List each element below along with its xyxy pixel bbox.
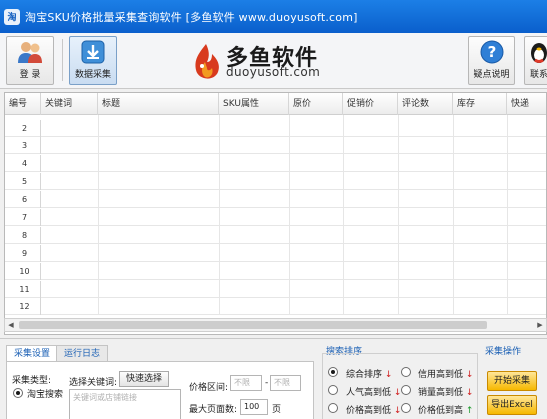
row-number: 6 [5,191,41,208]
collect-settings-panel: 采集类型: 淘宝搜索 选择关键词: 快速选择 关键词或店铺链接 价格区间: 不限… [6,361,314,419]
collect-type-radio[interactable] [13,388,23,398]
column-header[interactable]: 原价 [289,93,343,115]
sort-option-label: 人气高到低 ↓ [346,388,402,398]
arrow-up-icon: ↑ [465,406,474,416]
tab-run-log[interactable]: 运行日志 [56,345,109,361]
sort-option-label: 销量高到低 ↓ [418,388,474,398]
keyword-label: 选择关键词: [69,378,118,388]
title-bar: 淘 淘宝SKU价格批量采集查询软件 [多鱼软件 www.duoyusoft.co… [0,0,547,33]
sort-radio[interactable] [328,403,338,413]
results-grid[interactable]: 编号 关键词 标题 SKU属性 原价 促销价 评论数 库存 快递 2 3 4 5… [4,92,547,335]
sort-option-label: 信用高到低 ↓ [418,370,474,380]
question-icon: ? [480,40,503,64]
sort-radio[interactable] [328,367,338,377]
collect-type-label: 采集类型: [12,376,52,386]
data-collect-button[interactable]: 数据采集 [69,36,117,85]
row-number: 10 [5,263,41,280]
login-button[interactable]: 登 录 [6,36,54,85]
tab-collect-settings[interactable]: 采集设置 [6,345,59,361]
table-row[interactable]: 10 [5,263,546,280]
table-row[interactable]: 2 [5,120,546,137]
row-number: 8 [5,227,41,244]
brand-logo: 多鱼软件 duoyusoft.com [188,40,338,86]
scroll-right-icon[interactable]: ▶ [534,319,546,331]
table-row[interactable]: 11 [5,281,546,298]
price-min-input[interactable]: 不限 [230,375,262,391]
flame-logo-icon [195,44,219,79]
column-header[interactable]: 标题 [98,93,219,115]
help-button[interactable]: ? 疑点说明 [468,36,515,85]
column-header[interactable]: 快递 [507,93,546,115]
grid-header: 编号 关键词 标题 SKU属性 原价 促销价 评论数 库存 快递 [5,93,546,115]
collect-type-option-label: 淘宝搜索 [27,390,64,400]
table-row[interactable]: 9 [5,245,546,262]
row-number: 2 [5,120,41,137]
column-header[interactable]: 关键词 [41,93,98,115]
price-range-label: 价格区间: [189,383,229,393]
window-title: 淘宝SKU价格批量采集查询软件 [多鱼软件 www.duoyusoft.com] [25,10,358,24]
keyword-input[interactable]: 关键词或店铺链接 [69,389,181,419]
sort-radio[interactable] [401,403,411,413]
contact-button[interactable]: 联系 [524,36,547,85]
column-header[interactable]: 评论数 [398,93,453,115]
users-icon [18,42,42,63]
logo-english-text: duoyusoft.com [226,65,321,79]
max-pages-input[interactable]: 100 [240,399,268,415]
login-label: 登 录 [19,70,41,80]
help-label: 疑点说明 [473,70,510,80]
app-icon: 淘 [4,8,20,25]
scrollbar-thumb[interactable] [19,321,487,329]
table-row[interactable]: 4 [5,155,546,172]
row-number: 7 [5,209,41,226]
table-row[interactable]: 12 [5,298,546,315]
quick-select-button[interactable]: 快速选择 [119,371,169,387]
start-collect-button[interactable]: 开始采集 [487,371,537,391]
row-number: 9 [5,245,41,262]
svg-text:?: ? [487,43,496,61]
horizontal-scrollbar[interactable]: ◀ ▶ [4,318,547,332]
column-header[interactable]: SKU属性 [219,93,289,115]
sort-radio[interactable] [401,385,411,395]
row-number: 4 [5,155,41,172]
sort-option-label: 价格低到高 ↑ [418,406,474,416]
row-number: 5 [5,173,41,190]
max-pages-label: 最大页面数: [189,405,238,415]
table-row[interactable]: 6 [5,191,546,208]
table-row[interactable]: 3 [5,137,546,154]
contact-label: 联系 [529,70,547,80]
row-number: 12 [5,298,41,315]
sort-radio[interactable] [328,385,338,395]
download-icon [81,40,105,64]
price-dash: - [265,378,269,388]
penguin-icon [531,43,547,63]
pages-unit: 页 [272,405,282,415]
price-max-input[interactable]: 不限 [270,375,301,391]
export-excel-button[interactable]: 导出Excel [487,395,537,415]
sort-option-label: 价格高到低 ↓ [346,406,402,416]
sort-option-label: 综合排序 ↓ [346,370,393,380]
table-row[interactable]: 8 [5,227,546,244]
table-row[interactable]: 7 [5,209,546,226]
column-header[interactable]: 库存 [453,93,507,115]
column-header[interactable]: 编号 [5,93,41,115]
arrow-down-icon: ↓ [465,388,474,398]
arrow-down-icon: ↓ [384,370,393,380]
scroll-left-icon[interactable]: ◀ [5,319,17,331]
bottom-panel: 采集设置 运行日志 采集类型: 淘宝搜索 选择关键词: 快速选择 关键词或店铺链… [0,338,547,419]
operations-group-title: 采集操作 [485,347,522,357]
toolbar-divider [62,39,63,81]
sort-radio[interactable] [401,367,411,377]
row-number: 11 [5,281,41,298]
row-number: 3 [5,137,41,154]
table-row[interactable]: 5 [5,173,546,190]
arrow-down-icon: ↓ [465,370,474,380]
column-header[interactable]: 促销价 [343,93,398,115]
data-collect-label: 数据采集 [74,70,111,80]
